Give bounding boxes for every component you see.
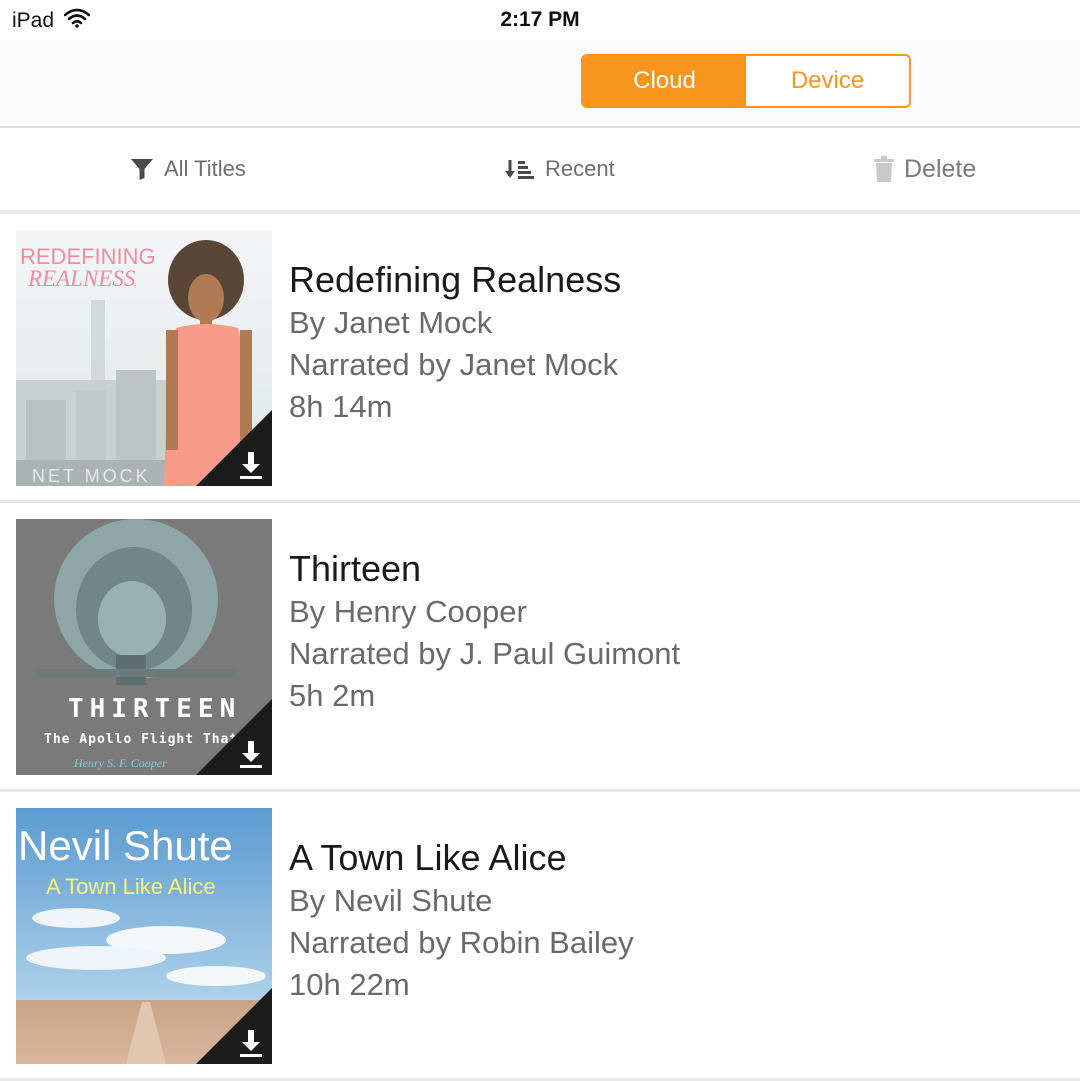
book-info: Redefining Realness By Janet Mock Narrat…: [289, 258, 621, 428]
book-title: Redefining Realness: [289, 259, 622, 300]
segment-cloud[interactable]: Cloud: [583, 56, 746, 106]
trash-icon: [874, 156, 894, 182]
book-author: By Nevil Shute: [289, 883, 493, 918]
book-duration: 10h 22m: [289, 967, 410, 1002]
library-toolbar: All Titles Recent Delete: [0, 128, 1080, 214]
book-list: REDEFINING REALNESS NET MOCK Redefining …: [0, 214, 1080, 1081]
book-row[interactable]: THIRTEEN The Apollo Flight That Faile He…: [0, 503, 1080, 792]
book-narrator: Narrated by J. Paul Guimont: [289, 636, 681, 671]
status-bar: iPad 2:17 PM: [0, 0, 1080, 40]
delete-label: Delete: [904, 154, 977, 183]
book-row[interactable]: REDEFINING REALNESS NET MOCK Redefining …: [0, 214, 1080, 503]
cover-title-line2: A Town Like Alice: [46, 874, 216, 899]
book-narrator: Narrated by Janet Mock: [289, 347, 619, 382]
book-cover: REDEFINING REALNESS NET MOCK: [16, 230, 272, 486]
book-author: By Janet Mock: [289, 305, 493, 340]
sort-icon: [505, 158, 535, 180]
download-icon[interactable]: [234, 737, 268, 771]
book-duration: 5h 2m: [289, 678, 376, 713]
status-time: 2:17 PM: [500, 8, 580, 31]
download-icon[interactable]: [234, 1026, 268, 1060]
segment-device[interactable]: Device: [746, 56, 909, 106]
download-icon[interactable]: [234, 448, 268, 482]
book-title: A Town Like Alice: [289, 837, 567, 878]
delete-button[interactable]: Delete: [874, 128, 976, 210]
nav-bar: Cloud Device: [0, 40, 1080, 128]
cover-title-line1: Nevil Shute: [18, 822, 233, 869]
filter-icon: [130, 157, 154, 181]
book-author: By Henry Cooper: [289, 594, 527, 629]
book-cover: THIRTEEN The Apollo Flight That Faile He…: [16, 519, 272, 775]
filter-button[interactable]: All Titles: [130, 128, 246, 210]
book-row[interactable]: Nevil Shute A Town Like Alice A Town Lik…: [0, 792, 1080, 1081]
book-cover: Nevil Shute A Town Like Alice: [16, 808, 272, 1064]
book-narrator: Narrated by Robin Bailey: [289, 925, 634, 960]
cover-footer: NET MOCK: [32, 466, 151, 486]
book-duration: 8h 14m: [289, 389, 393, 424]
book-info: A Town Like Alice By Nevil Shute Narrate…: [289, 836, 634, 1006]
cover-footer: Henry S. F. Cooper: [73, 756, 167, 770]
sort-button[interactable]: Recent: [505, 128, 615, 210]
cover-title-line2: REALNESS: [27, 266, 136, 291]
filter-label: All Titles: [164, 156, 246, 181]
sort-label: Recent: [545, 156, 615, 181]
library-source-segmented-control: Cloud Device: [581, 54, 911, 108]
book-info: Thirteen By Henry Cooper Narrated by J. …: [289, 547, 680, 717]
book-title: Thirteen: [289, 548, 422, 589]
